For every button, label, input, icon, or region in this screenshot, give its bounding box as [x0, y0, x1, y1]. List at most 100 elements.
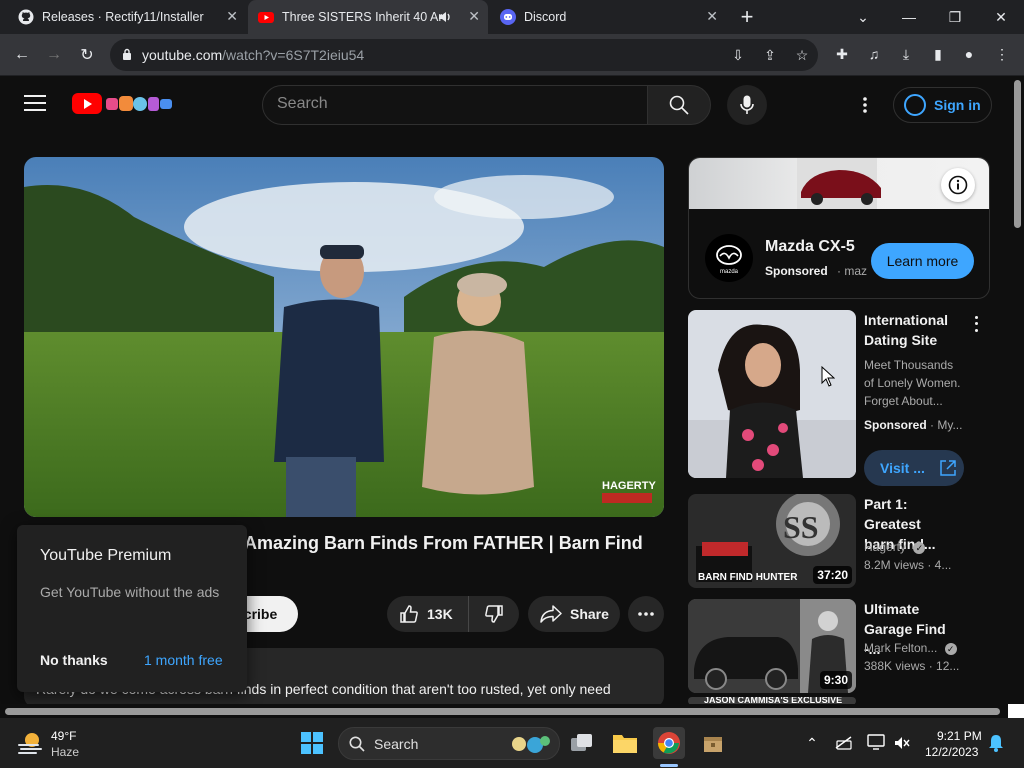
- scrollbar-thumb[interactable]: [1014, 80, 1021, 228]
- sign-in-button[interactable]: Sign in: [893, 87, 992, 123]
- taskbar-search-label: Search: [374, 736, 419, 752]
- channel-name[interactable]: Hagerty ✓: [864, 540, 926, 554]
- video-thumbnail[interactable]: SS BARN FIND HUNTER 37:20: [688, 494, 856, 588]
- youtube-favicon-icon: [258, 12, 274, 23]
- vertical-scrollbar[interactable]: [1012, 77, 1024, 704]
- share-icon[interactable]: ⇪: [760, 45, 780, 65]
- sponsored-ad-card[interactable]: mazda Mazda CX-5 Sponsored · maz Learn m…: [688, 157, 990, 299]
- search-field[interactable]: [262, 85, 648, 125]
- close-icon[interactable]: ✕: [468, 8, 480, 25]
- new-tab-button[interactable]: +: [725, 0, 769, 34]
- tab-youtube-video[interactable]: Three SISTERS Inherit 40 Am ✕: [248, 0, 488, 34]
- video-frame[interactable]: HAGERTY: [24, 157, 664, 517]
- tab-search-chevron-icon[interactable]: ⌄: [840, 0, 886, 34]
- video-player[interactable]: HAGERTY: [24, 157, 664, 517]
- video-more-actions-button[interactable]: [628, 596, 664, 632]
- learn-more-button[interactable]: Learn more: [871, 243, 974, 279]
- volume-muted-icon[interactable]: [894, 736, 910, 750]
- reload-icon[interactable]: ↻: [75, 43, 99, 67]
- tab-discord[interactable]: Discord ✕: [490, 0, 726, 34]
- like-dislike-group: 13K: [387, 596, 519, 632]
- month-free-button[interactable]: 1 month free: [144, 652, 223, 668]
- chrome-menu-icon[interactable]: ⋮: [992, 44, 1012, 64]
- recommended-video-item[interactable]: SS BARN FIND HUNTER 37:20 Part 1: Greate…: [688, 494, 990, 590]
- mazda-logo[interactable]: mazda: [705, 234, 753, 282]
- notification-bell-icon[interactable]: [988, 734, 1004, 752]
- youtube-logo[interactable]: [72, 93, 102, 114]
- verified-check-icon: ✓: [944, 643, 957, 655]
- profile-avatar-icon[interactable]: ●: [959, 44, 979, 64]
- ad-domain: · maz: [837, 264, 867, 278]
- weather-description[interactable]: Haze: [51, 745, 79, 759]
- weather-temperature[interactable]: 49°F: [51, 729, 76, 743]
- like-button[interactable]: 13K: [387, 596, 469, 632]
- file-explorer-button[interactable]: [609, 727, 641, 759]
- task-view-button[interactable]: [566, 727, 598, 759]
- install-app-icon[interactable]: ⇩: [728, 45, 748, 65]
- ad-title[interactable]: Mazda CX-5: [765, 238, 855, 256]
- discord-icon: [500, 9, 516, 25]
- search-input[interactable]: [277, 95, 637, 113]
- forward-arrow-icon[interactable]: →: [42, 43, 66, 67]
- sponsored-thumbnail[interactable]: [688, 310, 856, 478]
- video-duration: 37:20: [813, 566, 852, 584]
- mouse-cursor-icon: [821, 366, 835, 387]
- voice-search-button[interactable]: [727, 85, 767, 125]
- minimize-button[interactable]: —: [886, 0, 932, 34]
- display-icon[interactable]: [867, 734, 885, 750]
- windows-taskbar: 49°F Haze Search ⌃ 9:21 PM 12/2/2023: [0, 718, 1024, 768]
- weather-haze-icon[interactable]: [16, 729, 44, 757]
- sponsored-video-item[interactable]: International Dating Site Meet Thousands…: [688, 310, 990, 486]
- taskbar-search[interactable]: Search: [338, 727, 560, 760]
- horizontal-scrollbar[interactable]: [0, 704, 1012, 718]
- no-thanks-button[interactable]: No thanks: [40, 652, 108, 668]
- browser-toolbar: ← → ↻ youtube.com/watch?v=6S7T2ieiu54 ⇩ …: [0, 34, 1024, 76]
- active-app-indicator: [660, 764, 678, 767]
- thumbs-down-icon: [485, 605, 503, 623]
- address-bar[interactable]: youtube.com/watch?v=6S7T2ieiu54 ⇩ ⇪ ☆: [110, 39, 818, 71]
- extensions-puzzle-icon[interactable]: ✚: [832, 44, 852, 64]
- close-icon[interactable]: ✕: [706, 8, 718, 25]
- network-icon[interactable]: [835, 736, 853, 750]
- settings-more-icon[interactable]: [854, 94, 876, 116]
- share-button[interactable]: Share: [528, 596, 620, 632]
- tab-title: Releases · Rectify11/Installer: [42, 10, 204, 24]
- channel-name[interactable]: Mark Felton... ✓: [864, 641, 957, 655]
- info-icon: [948, 175, 968, 195]
- sponsored-title[interactable]: International Dating Site: [864, 310, 964, 350]
- lock-icon[interactable]: [122, 48, 132, 61]
- chrome-taskbar-button[interactable]: [653, 727, 685, 759]
- video-thumbnail[interactable]: 9:30: [688, 599, 856, 693]
- media-control-icon[interactable]: ♫: [864, 44, 884, 64]
- hamburger-menu-icon[interactable]: [24, 95, 46, 113]
- back-arrow-icon[interactable]: ←: [10, 43, 34, 67]
- restore-button[interactable]: ❐: [932, 0, 978, 34]
- youtube-header: Sign in: [0, 77, 1012, 133]
- thumbnail-text: BARN FIND HUNTER: [698, 572, 798, 583]
- download-icon[interactable]: ⤓: [896, 44, 916, 64]
- window-close-button[interactable]: ✕: [978, 0, 1024, 34]
- github-icon: [18, 9, 34, 25]
- clock-time[interactable]: 9:21 PM: [937, 729, 982, 743]
- visit-site-button[interactable]: Visit ...: [864, 450, 964, 486]
- show-hidden-icons-chevron[interactable]: ⌃: [800, 727, 824, 759]
- start-button[interactable]: [296, 727, 328, 759]
- url-text[interactable]: youtube.com/watch?v=6S7T2ieiu54: [142, 47, 364, 63]
- store-app-button[interactable]: [697, 727, 729, 759]
- thumbs-up-icon: [400, 605, 418, 623]
- youtube-doodle-logo[interactable]: [104, 92, 174, 116]
- dislike-button[interactable]: [469, 596, 519, 632]
- search-button[interactable]: [647, 85, 711, 125]
- close-icon[interactable]: ✕: [226, 8, 238, 25]
- tab-rectify11[interactable]: Releases · Rectify11/Installer ✕: [8, 0, 246, 34]
- ad-info-button[interactable]: [941, 168, 975, 202]
- clock-date[interactable]: 12/2/2023: [925, 745, 978, 759]
- recommended-video-item[interactable]: 9:30 Ultimate Garage Find -... Mark Felt…: [688, 599, 990, 695]
- scrollbar-thumb[interactable]: [5, 708, 1000, 715]
- item-more-icon[interactable]: [970, 314, 982, 334]
- video-title: Amazing Barn Finds From FATHER | Barn Fi…: [244, 533, 643, 553]
- package-icon: [704, 737, 722, 752]
- side-panel-icon[interactable]: ▮: [928, 44, 948, 64]
- bookmark-star-icon[interactable]: ☆: [792, 45, 812, 65]
- speaker-icon[interactable]: [438, 11, 452, 23]
